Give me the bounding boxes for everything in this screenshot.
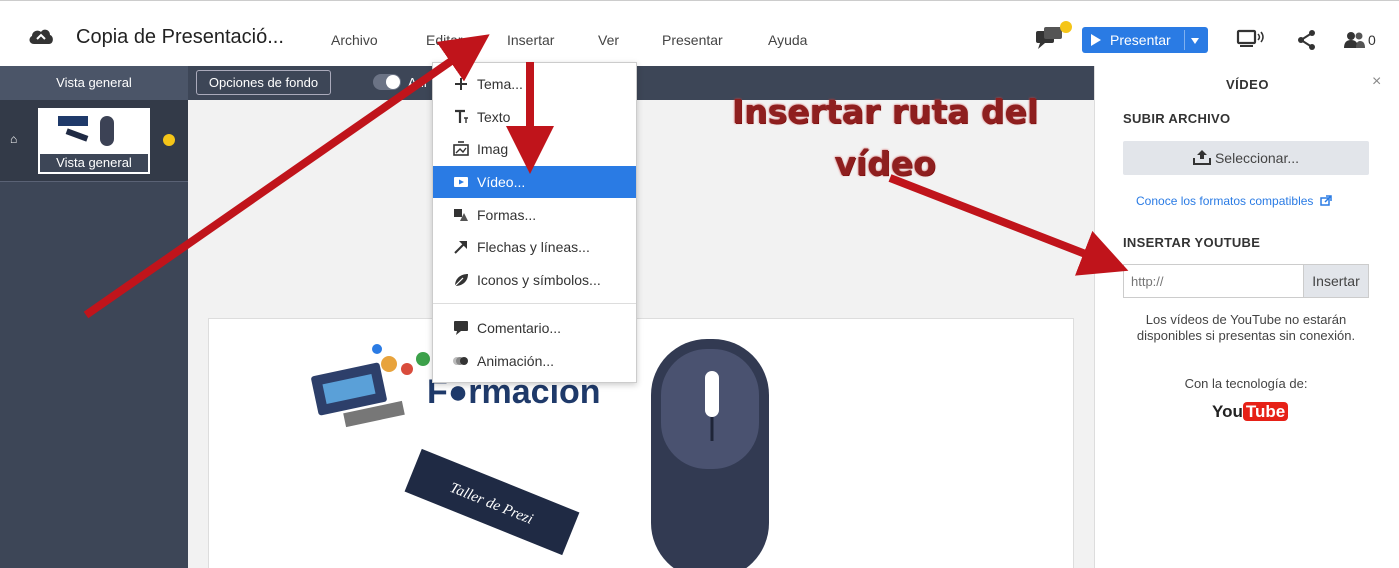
top-bar: Copia de Presentació... Archivo Editar I…	[0, 0, 1399, 66]
menu-item-label: Iconos y símbolos...	[477, 272, 601, 288]
menu-item-label: Tema...	[477, 76, 523, 92]
arrow-icon	[454, 241, 467, 254]
youtube-url-input[interactable]	[1123, 264, 1303, 298]
menu-item-label: Texto	[477, 109, 511, 125]
notification-dot	[163, 134, 175, 146]
slide-thumbnail[interactable]: Vista general	[38, 108, 150, 174]
play-icon	[1091, 34, 1101, 46]
powered-by-label: Con la tecnología de:	[1184, 376, 1308, 391]
menu-item-comentario[interactable]: Comentario...	[433, 312, 636, 344]
youtube-logo: You Tube	[1212, 402, 1289, 422]
slide-frame[interactable]: F●rmación Taller de Prezi	[208, 318, 1074, 568]
text-icon	[455, 109, 468, 123]
upload-heading: SUBIR ARCHIVO	[1123, 111, 1231, 126]
video-panel: VÍDEO × SUBIR ARCHIVO Seleccionar... Con…	[1094, 66, 1399, 568]
cloud-icon[interactable]	[28, 27, 54, 45]
annotation-line-1: Insertar ruta del	[731, 92, 1039, 131]
menu-item-label: Formas...	[477, 207, 537, 223]
background-options-button[interactable]: Opciones de fondo	[196, 70, 331, 95]
toggle-knob	[386, 75, 400, 89]
menu-item-label: Animación...	[477, 353, 555, 369]
present-label: Presentar	[1110, 32, 1171, 48]
offline-note: Los vídeos de YouTube no estarán disponi…	[1136, 312, 1356, 343]
animation-icon	[453, 357, 468, 365]
formacion-logo-image[interactable]	[311, 344, 430, 428]
external-link-icon	[1320, 195, 1332, 206]
menu-ver[interactable]: Ver	[598, 32, 619, 48]
menu-item-texto[interactable]: Texto	[433, 101, 636, 133]
computer-mouse-image[interactable]	[651, 339, 769, 568]
menu-item-label: Vídeo...	[477, 174, 526, 190]
present-options-caret-icon[interactable]	[1191, 38, 1199, 44]
present-divider	[1184, 30, 1185, 50]
app-window: Copia de Presentació... Archivo Editar I…	[0, 0, 1399, 568]
menu-item-label: Imag	[477, 141, 509, 157]
formats-link[interactable]: Conoce los formatos compatibles	[1136, 194, 1332, 208]
menu-item-video[interactable]: Vídeo...	[433, 166, 636, 198]
home-icon: ⌂	[10, 132, 18, 146]
menu-item-imagen[interactable]: Imag	[433, 133, 636, 165]
collaborators-icon[interactable]	[1344, 31, 1366, 49]
thumbnail-preview	[58, 116, 114, 146]
video-icon	[454, 177, 468, 187]
select-file-button[interactable]: Seleccionar...	[1123, 141, 1369, 175]
comment-icon	[454, 321, 468, 335]
animation-toggle[interactable]	[373, 74, 401, 90]
annotation-line-2: vídeo	[834, 144, 936, 183]
annotation-text: Insertar ruta del vídeo	[700, 86, 1070, 190]
shapes-icon	[454, 209, 468, 221]
collaborators-count: 0	[1368, 32, 1376, 48]
overview-panel: Vista general ⌂ Vista general	[0, 66, 188, 568]
image-icon	[453, 141, 469, 156]
plus-icon	[455, 78, 467, 90]
menu-ayuda[interactable]: Ayuda	[768, 32, 807, 48]
menu-item-label: Flechas y líneas...	[477, 239, 590, 255]
close-icon[interactable]: ×	[1372, 73, 1381, 91]
menu-item-flechas[interactable]: Flechas y líneas...	[433, 231, 636, 263]
menu-presentar[interactable]: Presentar	[662, 32, 723, 48]
panel-title: VÍDEO	[1226, 77, 1269, 92]
thumbnail-row[interactable]: ⌂ Vista general	[0, 100, 188, 182]
document-title[interactable]: Copia de Presentació...	[76, 26, 284, 49]
menu-editar[interactable]: Editar	[426, 32, 463, 48]
menu-item-label: Comentario...	[477, 320, 562, 336]
formats-link-label: Conoce los formatos compatibles	[1136, 194, 1314, 208]
youtube-heading: INSERTAR YOUTUBE	[1123, 235, 1261, 250]
menu-item-formas[interactable]: Formas...	[433, 199, 636, 231]
youtube-insert-button[interactable]: Insertar	[1303, 264, 1369, 298]
share-icon[interactable]	[1296, 29, 1318, 51]
youtube-logo-tube: Tube	[1242, 402, 1289, 421]
comments-icon[interactable]	[1032, 19, 1074, 51]
menu-archivo[interactable]: Archivo	[331, 32, 378, 48]
insertar-dropdown: Tema... Texto Imag Vídeo... Formas... Fl…	[432, 62, 637, 383]
thumbnail-label: Vista general	[40, 154, 148, 172]
menu-divider	[433, 303, 636, 304]
youtube-logo-you: You	[1212, 402, 1243, 421]
menu-item-tema[interactable]: Tema...	[433, 68, 636, 100]
menu-item-iconos[interactable]: Iconos y símbolos...	[433, 264, 636, 296]
upload-icon	[1192, 150, 1211, 165]
menu-insertar[interactable]: Insertar	[507, 32, 554, 48]
select-file-label: Seleccionar...	[1214, 150, 1300, 166]
overview-header[interactable]: Vista general	[0, 66, 188, 100]
animation-label: Ani	[408, 75, 427, 90]
slide-content: F●rmación Taller de Prezi	[311, 339, 769, 568]
present-button[interactable]: Presentar	[1082, 27, 1208, 53]
screen-share-icon[interactable]	[1236, 29, 1266, 51]
taller-banner[interactable]: Taller de Prezi	[404, 448, 580, 556]
menu-item-animacion[interactable]: Animación...	[433, 345, 636, 377]
leaf-icon	[454, 274, 468, 287]
